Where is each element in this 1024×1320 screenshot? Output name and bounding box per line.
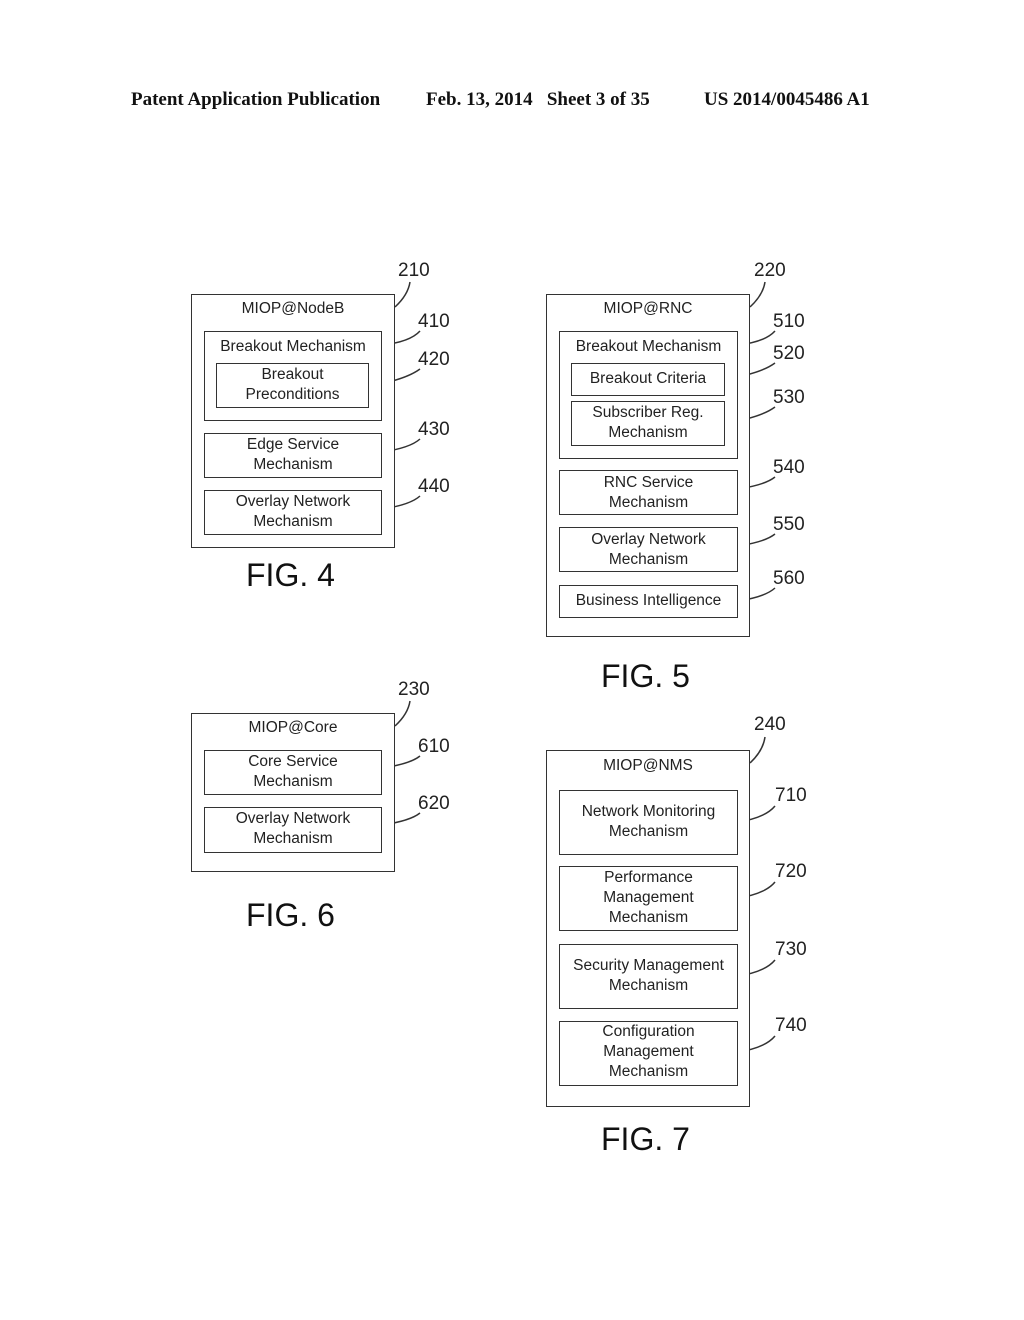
ref-720: 720 [775,861,807,882]
overlay-network-line2: Mechanism [253,830,333,847]
security-management-line1: Security Management [573,957,724,974]
figure-7-caption: FIG. 7 [601,1121,690,1157]
overlay-network-line1: Overlay Network [235,810,351,827]
performance-management-line2: Management [603,889,694,906]
ref-540: 540 [773,457,805,478]
ref-710: 710 [775,785,807,806]
rnc-service-line1: RNC Service [603,474,694,491]
ref-510: 510 [773,311,805,332]
ref-220: 220 [754,260,786,281]
ref-420: 420 [418,349,450,370]
breakout-criteria-label: Breakout Criteria [589,370,707,387]
ref-410: 410 [418,311,450,332]
figure-4-caption: FIG. 4 [246,557,335,593]
subscriber-reg-line2: Mechanism [608,424,688,441]
figure-6-caption: FIG. 6 [246,897,335,933]
core-service-line1: Core Service [248,753,338,770]
overlay-network-line1: Overlay Network [591,531,706,548]
ref-230: 230 [398,679,430,700]
ref-550: 550 [773,514,805,535]
ref-620: 620 [418,793,450,814]
ref-520: 520 [773,343,805,364]
publication-label: Patent Application Publication [131,89,381,110]
leader-lines [368,281,776,1053]
miop-nms-title: MIOP@NMS [603,757,693,774]
figure-5-caption: FIG. 5 [601,658,690,694]
ref-610: 610 [418,736,450,757]
performance-management-line3: Mechanism [608,909,689,926]
ref-530: 530 [773,387,805,408]
overlay-network-line1: Overlay Network [235,493,351,510]
rnc-service-line2: Mechanism [608,494,689,511]
configuration-management-line3: Mechanism [608,1063,689,1080]
breakout-mechanism-label: Breakout Mechanism [220,338,366,355]
performance-management-line1: Performance [604,869,693,886]
business-intelligence-label: Business Intelligence [575,592,722,609]
leader-220 [749,281,766,308]
security-management-line2: Mechanism [608,977,689,994]
date-sheet-label: Feb. 13, 2014 Sheet 3 of 35 [426,89,650,110]
overlay-network-line2: Mechanism [608,551,689,568]
network-monitoring-line1: Network Monitoring [581,803,716,820]
edge-service-line1: Edge Service [246,436,340,453]
configuration-management-line1: Configuration [602,1023,695,1040]
publication-number: US 2014/0045486 A1 [704,89,870,110]
miop-core-title: MIOP@Core [248,719,338,736]
leader-230 [394,700,411,727]
ref-740: 740 [775,1015,807,1036]
leader-240 [749,736,766,764]
miop-nodeb-title: MIOP@NodeB [241,300,345,317]
breakout-preconditions-line2: Preconditions [245,386,340,403]
edge-service-line2: Mechanism [253,456,333,473]
breakout-mechanism-label: Breakout Mechanism [575,338,722,355]
overlay-network-line2: Mechanism [253,513,333,530]
breakout-preconditions-line1: Breakout [261,366,324,383]
subscriber-reg-line1: Subscriber Reg. [592,404,704,421]
ref-240: 240 [754,714,786,735]
ref-430: 430 [418,419,450,440]
ref-440: 440 [418,476,450,497]
miop-rnc-title: MIOP@RNC [603,300,693,317]
configuration-management-line2: Management [603,1043,694,1060]
network-monitoring-line2: Mechanism [608,823,689,840]
ref-560: 560 [773,568,805,589]
ref-210: 210 [398,260,430,281]
core-service-line2: Mechanism [253,773,333,790]
ref-730: 730 [775,939,807,960]
leader-210 [394,281,411,308]
